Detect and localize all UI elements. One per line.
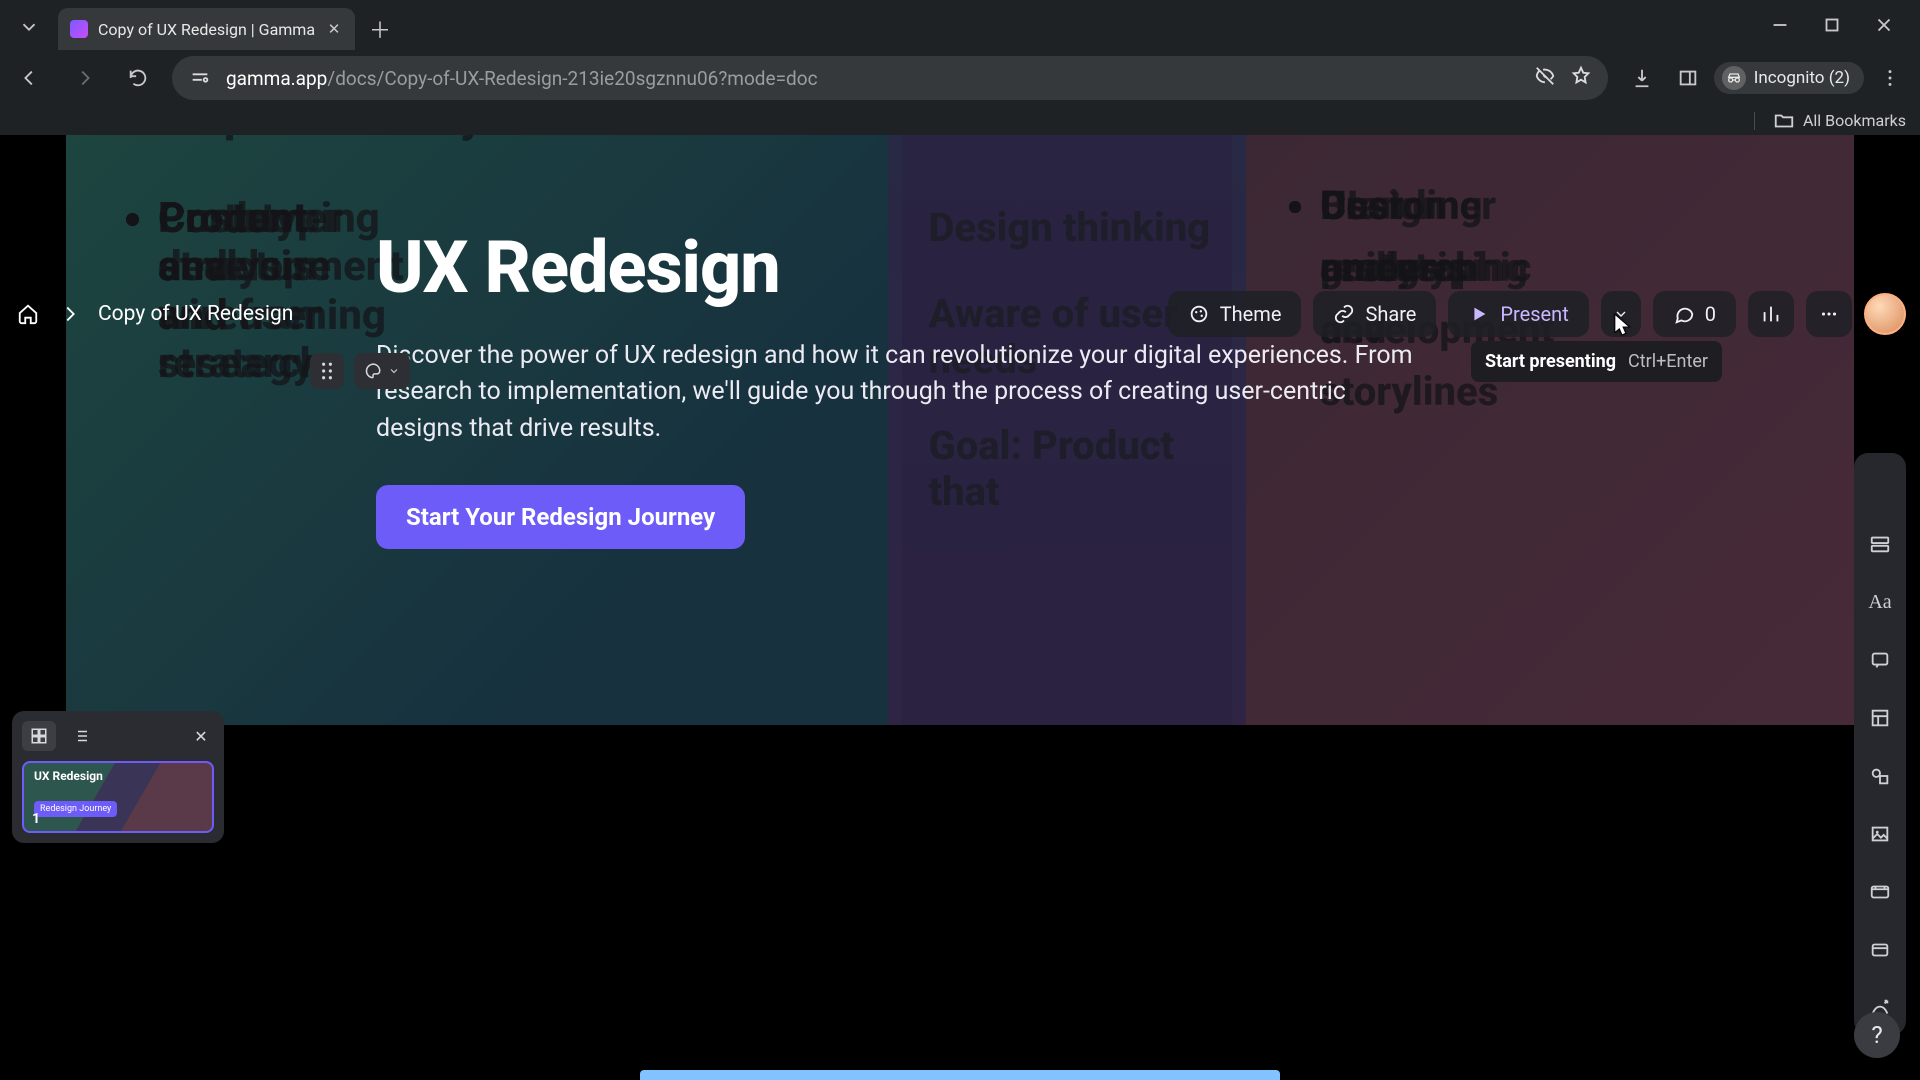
video-button[interactable]	[1863, 875, 1897, 909]
app-viewport: Competitor analysis Customer analysis an…	[0, 135, 1920, 1080]
nav-back-button[interactable]	[10, 58, 50, 98]
kebab-menu-icon[interactable]	[1870, 58, 1910, 98]
url-text: gamma.app/docs/Copy-of-UX-Redesign-213ie…	[226, 67, 1520, 90]
incognito-chip[interactable]: Incognito (2)	[1714, 62, 1864, 94]
dots-icon	[1818, 303, 1840, 325]
star-icon[interactable]	[1570, 65, 1592, 92]
browser-chrome: Copy of UX Redesign | Gamma ✕ ＋ gamma.ap…	[0, 0, 1920, 135]
chevron-down-icon	[388, 365, 400, 377]
embed-button[interactable]	[1863, 933, 1897, 967]
tooltip-label: Start presenting	[1485, 351, 1616, 372]
tab-close-button[interactable]: ✕	[325, 20, 343, 38]
card-templates-button[interactable]	[1863, 527, 1897, 561]
filmstrip-list-toggle[interactable]	[64, 721, 98, 751]
present-button[interactable]: Present	[1448, 291, 1588, 337]
palette-icon	[364, 362, 382, 380]
bookmarks-bar: All Bookmarks	[0, 106, 1920, 135]
theme-icon	[1188, 303, 1210, 325]
breadcrumb: Copy of UX Redesign	[14, 300, 293, 328]
theme-button[interactable]: Theme	[1168, 291, 1302, 337]
bottom-hint-bar[interactable]	[640, 1070, 1280, 1080]
image-button[interactable]	[1863, 817, 1897, 851]
download-icon[interactable]	[1622, 58, 1662, 98]
more-menu-button[interactable]	[1806, 291, 1852, 337]
shapes-button[interactable]	[1863, 759, 1897, 793]
window-maximize-button[interactable]	[1808, 7, 1856, 43]
window-controls	[1756, 0, 1914, 50]
filmstrip-panel: ✕ UX Redesign Redesign Journey 1	[12, 711, 224, 843]
chevron-down-icon	[18, 16, 40, 38]
share-button[interactable]: Share	[1313, 291, 1436, 337]
gamma-favicon-icon	[70, 20, 88, 38]
analytics-icon	[1760, 303, 1782, 325]
incognito-icon	[1722, 66, 1746, 90]
thumb-title: UX Redesign	[34, 769, 103, 783]
callout-button[interactable]	[1863, 643, 1897, 677]
drag-handle[interactable]	[310, 353, 344, 389]
present-options-button[interactable]	[1601, 291, 1641, 337]
layout-button[interactable]	[1863, 701, 1897, 735]
filmstrip-grid-toggle[interactable]	[22, 721, 56, 751]
app-topbar: Copy of UX Redesign Theme Share Present …	[14, 291, 1906, 337]
toolbar-right: Incognito (2)	[1622, 58, 1910, 98]
card-tools	[310, 353, 410, 389]
color-style-button[interactable]	[354, 353, 410, 389]
sidepanel-icon[interactable]	[1668, 58, 1708, 98]
comments-button[interactable]: 0	[1653, 291, 1736, 337]
tab-search-button[interactable]	[12, 10, 46, 44]
eye-off-icon[interactable]	[1534, 65, 1556, 92]
slide-canvas[interactable]: Competitor analysis Customer analysis an…	[66, 135, 1854, 725]
top-actions: Theme Share Present 0	[1168, 291, 1906, 337]
home-button[interactable]	[14, 300, 42, 328]
all-bookmarks-label: All Bookmarks	[1803, 111, 1906, 130]
site-info-icon[interactable]	[188, 66, 212, 90]
tab-strip: Copy of UX Redesign | Gamma ✕ ＋	[0, 0, 1920, 50]
divider	[1754, 112, 1755, 130]
present-tooltip: Start presenting Ctrl+Enter	[1471, 341, 1722, 382]
chevron-right-icon	[56, 300, 84, 328]
folder-icon	[1773, 110, 1795, 132]
doc-title[interactable]: Copy of UX Redesign	[98, 302, 293, 326]
thumb-cta: Redesign Journey	[34, 801, 117, 817]
comment-icon	[1673, 303, 1695, 325]
tooltip-kbd: Ctrl+Enter	[1628, 351, 1708, 372]
thumb-index: 1	[32, 811, 40, 827]
filmstrip-thumb-1[interactable]: UX Redesign Redesign Journey 1	[22, 761, 214, 833]
window-close-button[interactable]	[1860, 7, 1908, 43]
play-icon	[1468, 303, 1490, 325]
new-tab-button[interactable]: ＋	[363, 12, 397, 46]
right-rail: Aa	[1854, 453, 1906, 1035]
slide-content[interactable]: UX Redesign Discover the power of UX red…	[376, 225, 1534, 549]
nav-reload-button[interactable]	[118, 58, 158, 98]
tab-title: Copy of UX Redesign | Gamma	[98, 20, 315, 39]
all-bookmarks-button[interactable]: All Bookmarks	[1773, 110, 1906, 132]
avatar[interactable]	[1864, 293, 1906, 335]
nav-forward-button[interactable]	[64, 58, 104, 98]
slide-body[interactable]: Discover the power of UX redesign and ho…	[376, 338, 1426, 447]
window-minimize-button[interactable]	[1756, 7, 1804, 43]
address-bar: gamma.app/docs/Copy-of-UX-Redesign-213ie…	[0, 50, 1920, 106]
browser-tab[interactable]: Copy of UX Redesign | Gamma ✕	[58, 8, 355, 50]
incognito-label: Incognito (2)	[1754, 68, 1850, 88]
cta-button[interactable]: Start Your Redesign Journey	[376, 485, 745, 549]
help-button[interactable]: ?	[1854, 1012, 1900, 1058]
link-icon	[1333, 303, 1355, 325]
chevron-down-icon	[1613, 306, 1629, 322]
filmstrip-close-button[interactable]: ✕	[188, 723, 214, 749]
analytics-button[interactable]	[1748, 291, 1794, 337]
url-box[interactable]: gamma.app/docs/Copy-of-UX-Redesign-213ie…	[172, 56, 1608, 100]
text-format-button[interactable]: Aa	[1863, 585, 1897, 619]
